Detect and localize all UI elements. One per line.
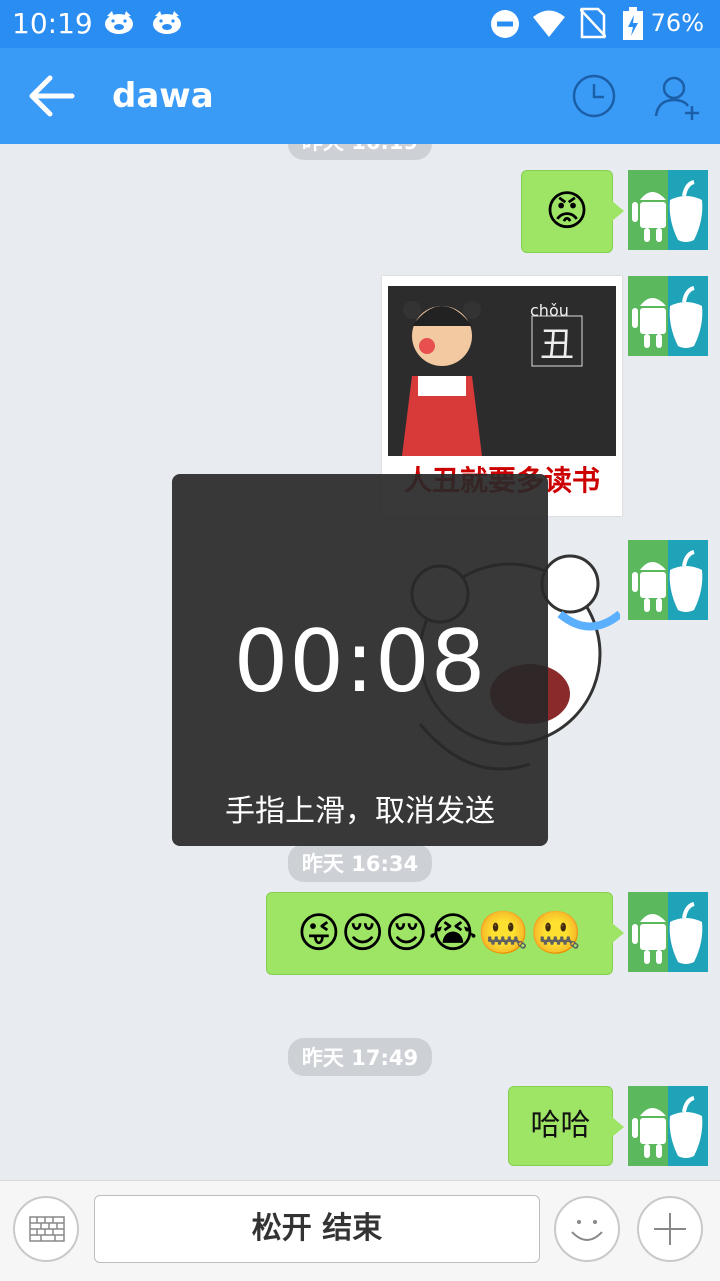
no-sim-icon xyxy=(580,7,606,39)
recording-overlay: 00:08 手指上滑，取消发送 xyxy=(172,474,548,846)
keyboard-icon xyxy=(29,1216,65,1242)
message-bubble[interactable]: 哈哈 xyxy=(508,1086,624,1166)
emoji-button[interactable] xyxy=(554,1196,620,1262)
more-options-button[interactable] xyxy=(637,1196,703,1262)
avatar[interactable] xyxy=(628,1086,708,1166)
pig-icon xyxy=(105,11,133,34)
avatar[interactable] xyxy=(628,540,708,620)
wifi-icon xyxy=(533,10,565,37)
timestamp: 昨天 16:34 xyxy=(287,844,433,882)
android-apple-avatar-icon xyxy=(628,892,708,972)
plus-icon xyxy=(654,1213,686,1245)
chalk-char: 丑 xyxy=(540,325,574,365)
message-bubble[interactable]: 😜😌😌😭🤐🤐 xyxy=(266,892,624,975)
emoji-content: 😜😌😌😭🤐🤐 xyxy=(296,908,583,957)
smiley-icon xyxy=(571,1220,603,1241)
status-time: 10:19 xyxy=(12,7,93,40)
add-user-icon[interactable] xyxy=(652,72,702,122)
message-text: 哈哈 xyxy=(530,1108,591,1143)
android-apple-avatar-icon xyxy=(628,170,708,250)
input-bar: 松开 结束 xyxy=(0,1180,720,1281)
message-bubble[interactable]: 😡 xyxy=(521,170,624,253)
android-apple-avatar-icon xyxy=(628,1086,708,1166)
chat-header: dawa xyxy=(0,48,720,144)
clock-icon[interactable] xyxy=(570,72,618,120)
pinyin-text: chǒu xyxy=(530,301,569,320)
keyboard-toggle-button[interactable] xyxy=(13,1196,79,1262)
chat-title: dawa xyxy=(112,76,214,116)
battery-charging-icon xyxy=(623,7,643,40)
do-not-disturb-icon xyxy=(491,10,519,38)
arrow-left-icon[interactable] xyxy=(28,74,76,118)
avatar[interactable] xyxy=(628,170,708,250)
avatar[interactable] xyxy=(628,892,708,972)
pig-icon xyxy=(153,11,181,34)
avatar[interactable] xyxy=(628,276,708,356)
recording-hint: 手指上滑，取消发送 xyxy=(225,794,495,829)
timestamp: 昨天 16:19 xyxy=(287,144,433,160)
status-bar: 10:19 76% xyxy=(0,0,720,48)
android-apple-avatar-icon xyxy=(628,540,708,620)
android-apple-avatar-icon xyxy=(628,276,708,356)
emoji-content: 😡 xyxy=(545,186,589,235)
battery-percentage: 76% xyxy=(650,9,704,37)
recording-timer: 00:08 xyxy=(233,612,487,712)
hold-to-talk-button[interactable]: 松开 结束 xyxy=(94,1195,540,1263)
timestamp: 昨天 17:49 xyxy=(287,1038,433,1076)
